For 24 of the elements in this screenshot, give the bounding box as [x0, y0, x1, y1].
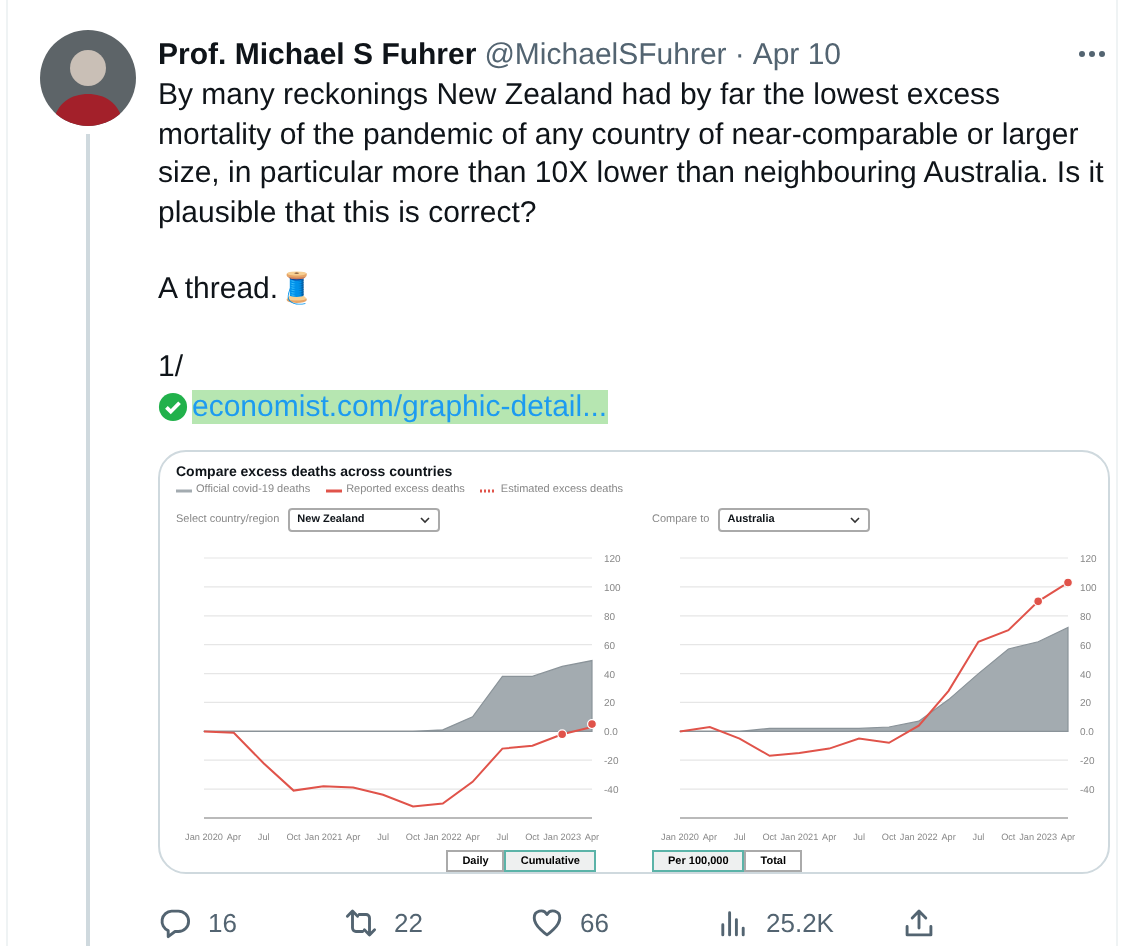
chevron-down-icon: [849, 516, 860, 524]
retweet-button[interactable]: 22: [344, 905, 530, 939]
post-date[interactable]: Apr 10: [752, 37, 842, 71]
reply-button[interactable]: 16: [158, 905, 344, 939]
scatter-point: [587, 719, 597, 730]
avatar[interactable]: [40, 30, 136, 126]
post-text: By many reckonings New Zealand had by far the lowest excess mortality of the pandemic of any country of near-comparable or larger size, in particular more than 10X lower than neighbouring Australia. Is it plausible that this is correct?: [158, 76, 1106, 232]
chevron-down-icon: [419, 516, 430, 524]
scatter-point: [1063, 577, 1073, 588]
reply-icon: [158, 905, 192, 939]
heart-icon: [530, 905, 564, 939]
scatter-point: [1033, 596, 1044, 607]
scatter-point: [557, 729, 568, 740]
like-button[interactable]: 66: [530, 905, 716, 939]
check-mark-icon: [158, 391, 188, 421]
bar-chart-icon: [716, 905, 750, 939]
views-button[interactable]: 25.2K: [716, 905, 902, 939]
post-text: 1/: [158, 347, 186, 386]
author-name[interactable]: Prof. Michael S Fuhrer: [158, 37, 477, 71]
author-handle[interactable]: @MichaelSFuhrer: [484, 37, 727, 71]
separator-dot: ·: [734, 37, 745, 71]
retweet-icon: [344, 905, 378, 939]
post-text: A thread.🧵: [158, 270, 319, 309]
share-icon: [902, 905, 936, 939]
